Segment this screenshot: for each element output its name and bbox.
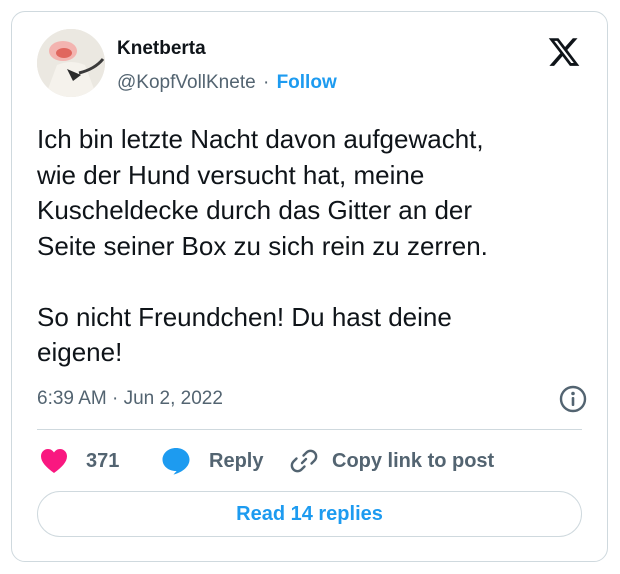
link-icon [290, 447, 318, 475]
author-block: Knetberta @KopfVollKnete · Follow [117, 37, 337, 95]
copy-link-label: Copy link to post [332, 449, 495, 472]
x-logo-icon[interactable] [547, 35, 581, 69]
tweet-timestamp[interactable]: 6:39 AM · Jun 2, 2022 [37, 387, 223, 411]
author-handle[interactable]: @KopfVollKnete [117, 72, 256, 93]
handle-row: @KopfVollKnete · Follow [117, 71, 337, 95]
tweet-text: Ich bin letzte Nacht davon aufgewacht, w… [37, 124, 488, 367]
tweet-card: Knetberta @KopfVollKnete · Follow Ich bi… [11, 11, 608, 562]
read-replies-button[interactable]: Read 14 replies [37, 491, 582, 537]
heart-icon [40, 448, 68, 474]
separator-dot: · [262, 72, 270, 93]
speech-bubble-icon [161, 447, 191, 475]
like-count: 371 [86, 449, 120, 472]
info-icon[interactable] [558, 384, 588, 414]
tweet-header: Knetberta @KopfVollKnete · Follow [37, 29, 582, 101]
reply-button[interactable]: Reply [161, 444, 263, 478]
copy-link-button[interactable]: Copy link to post [290, 444, 494, 478]
follow-button[interactable]: Follow [277, 72, 337, 93]
author-display-name[interactable]: Knetberta [117, 37, 337, 61]
action-bar: 371 Reply Copy link to post [37, 444, 582, 478]
reply-label: Reply [209, 449, 264, 472]
divider [37, 429, 582, 430]
avatar[interactable] [37, 29, 105, 97]
like-button[interactable]: 371 [40, 444, 119, 478]
